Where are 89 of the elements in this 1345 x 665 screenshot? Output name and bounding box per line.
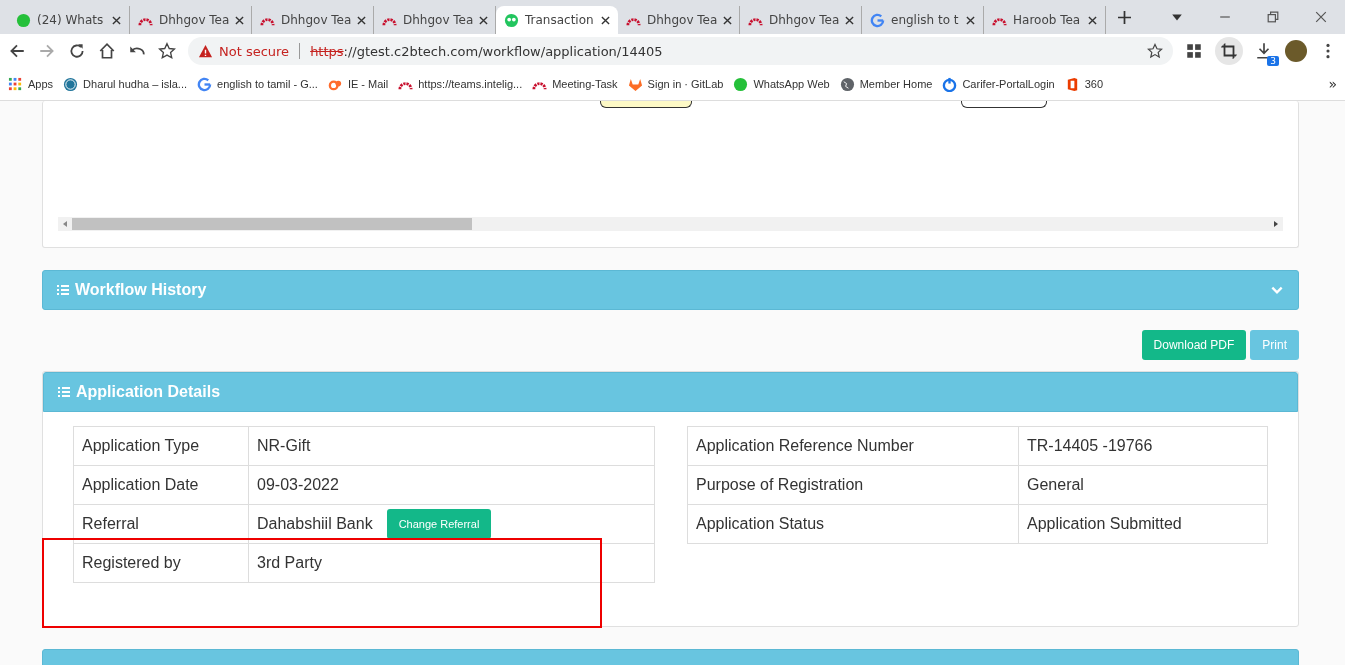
warning-icon: [198, 43, 213, 59]
chat-icon: [733, 76, 749, 92]
close-icon[interactable]: [1315, 11, 1327, 23]
reload-icon[interactable]: [68, 42, 86, 60]
bookmark[interactable]: WhatsApp Web: [733, 76, 830, 92]
close-icon[interactable]: [966, 15, 975, 25]
bookmark[interactable]: Member Home: [839, 76, 933, 92]
bookmark[interactable]: Dharul hudha – isla...: [63, 76, 188, 92]
panel-title: Workflow History: [75, 281, 207, 299]
bookmark-label: WhatsApp Web: [753, 78, 830, 90]
table-cell: Registered by: [73, 543, 249, 583]
bookmark-label: IE - Mail: [347, 78, 389, 90]
list-icon: [57, 284, 69, 296]
scroll-left-icon[interactable]: [61, 220, 69, 228]
table-cell: Application Reference Number: [687, 426, 1019, 466]
wordpress-icon: [63, 76, 79, 92]
google-g-icon: [197, 76, 213, 92]
bookmark-label: Carifer-PortalLogin: [962, 78, 1055, 90]
restore-icon[interactable]: [1267, 11, 1279, 23]
scrollbar-thumb[interactable]: [72, 218, 472, 230]
table-cell: Application Type: [73, 426, 249, 466]
scroll-right-icon[interactable]: [1272, 220, 1280, 228]
grid-icon[interactable]: [1185, 42, 1203, 60]
tab-title: Dhhgov Tea: [647, 13, 718, 27]
table-cell: Purpose of Registration: [687, 465, 1019, 505]
bookmark-label: https://teams.intelig...: [418, 78, 523, 90]
google-g-icon: [870, 12, 885, 28]
bookmark[interactable]: 360: [1064, 76, 1104, 92]
star-icon[interactable]: [158, 42, 176, 60]
bookmark-label: Apps: [28, 78, 54, 90]
tab-title: english to t: [891, 13, 960, 27]
chat-icon: [16, 12, 31, 28]
table-cell: Application Submitted: [1018, 504, 1268, 544]
close-icon[interactable]: [601, 15, 610, 25]
bookmark[interactable]: Carifer-PortalLogin: [942, 76, 1055, 92]
table-cell: NR-Gift: [248, 426, 655, 466]
owl-icon: [504, 12, 519, 28]
tab-title: Dhhgov Tea: [281, 13, 352, 27]
panel-title: Application Details: [76, 383, 221, 401]
bookmark[interactable]: english to tamil - G...: [197, 76, 318, 92]
download-count-badge: 3: [1267, 56, 1279, 66]
back-icon[interactable]: [8, 42, 26, 60]
bookmark-label: Meeting-Task: [552, 78, 618, 90]
bookmark[interactable]: IE - Mail: [327, 76, 389, 92]
tab-title: Transaction: [525, 13, 595, 27]
security-label: Not secure: [219, 43, 290, 59]
table-cell: Application Status: [687, 504, 1019, 544]
swirl-icon: [942, 76, 958, 92]
close-icon[interactable]: [112, 15, 121, 25]
close-icon[interactable]: [723, 15, 733, 25]
tab-title: Dhhgov Tea: [769, 13, 840, 27]
horizontal-scrollbar[interactable]: [58, 217, 1283, 231]
tab-title: Haroob Tea: [1013, 13, 1082, 27]
browser-tab[interactable]: Transaction: [496, 6, 618, 34]
star-icon[interactable]: [1147, 43, 1163, 59]
globe-icon: [839, 76, 855, 92]
tab-title: (24) Whats: [37, 13, 105, 27]
address-bar[interactable]: Not secure https://gtest.c2btech.com/workflow/application/14405: [188, 37, 1173, 65]
close-icon[interactable]: [357, 15, 367, 25]
bookmark-label: 360: [1084, 78, 1104, 90]
crop-icon[interactable]: [1215, 37, 1243, 65]
bookmark-label: Sign in · GitLab: [647, 78, 724, 90]
bookmark[interactable]: https://teams.intelig...: [398, 76, 523, 92]
bookmark[interactable]: Apps: [8, 76, 54, 92]
tab-title: Dhhgov Tea: [159, 13, 230, 27]
cell-value: Dahabshiil Bank: [257, 515, 373, 532]
tab-title: Dhhgov Tea: [403, 13, 474, 27]
table-cell: TR-14405 -19766: [1018, 426, 1268, 466]
avatar[interactable]: [1285, 40, 1307, 62]
table-cell: 09-03-2022: [248, 465, 655, 505]
bookmark[interactable]: Sign in · GitLab: [627, 76, 724, 92]
table-cell: 3rd Party: [248, 543, 655, 583]
close-icon[interactable]: [1088, 15, 1097, 25]
apps-grid-icon: [8, 76, 23, 92]
close-icon[interactable]: [845, 15, 855, 25]
new-tab-icon[interactable]: [1118, 10, 1131, 24]
bookmark[interactable]: Meeting-Task: [532, 76, 618, 92]
table-cell: Application Date: [73, 465, 249, 505]
home-icon[interactable]: [98, 42, 116, 60]
table-cell: General: [1018, 465, 1268, 505]
url-text: https://gtest.c2btech.com/workflow/application/14405: [310, 43, 663, 59]
list-icon: [58, 386, 70, 398]
more-bookmarks-button[interactable]: »: [1328, 76, 1337, 92]
close-icon[interactable]: [235, 15, 245, 25]
bookmark-label: Member Home: [859, 78, 933, 90]
bookmark-label: Dharul hudha – isla...: [83, 78, 188, 90]
bookmark-label: english to tamil - G...: [217, 78, 318, 90]
close-icon[interactable]: [479, 15, 489, 25]
table-cell: Referral: [73, 504, 249, 544]
